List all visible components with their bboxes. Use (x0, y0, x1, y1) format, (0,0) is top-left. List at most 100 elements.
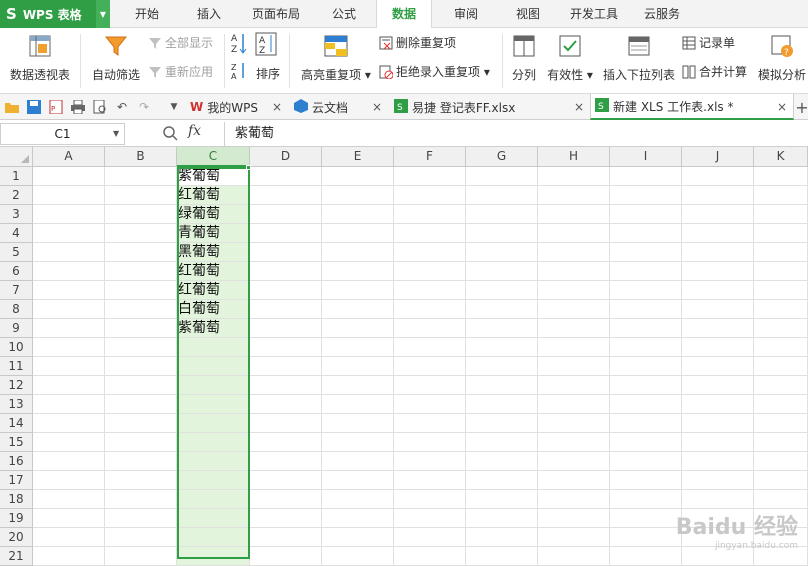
cell-h4[interactable] (538, 224, 610, 243)
cell-c14[interactable] (177, 414, 250, 433)
cell-k16[interactable] (754, 452, 808, 471)
cell-f5[interactable] (394, 243, 466, 262)
cell-i15[interactable] (610, 433, 682, 452)
new-tab-icon[interactable]: + (794, 99, 808, 115)
cell-g17[interactable] (466, 471, 538, 490)
cell-a2[interactable] (33, 186, 105, 205)
open-folder-icon[interactable] (4, 99, 20, 115)
cell-b8[interactable] (105, 300, 177, 319)
cell-k1[interactable] (754, 167, 808, 186)
cell-c7[interactable]: 红葡萄 (177, 281, 250, 300)
undo-icon[interactable]: ↶ (114, 99, 130, 115)
cell-f1[interactable] (394, 167, 466, 186)
cell-c5[interactable]: 黑葡萄 (177, 243, 250, 262)
row-header-17[interactable]: 17 (0, 471, 33, 490)
close-icon[interactable]: × (777, 100, 787, 114)
text-to-columns-button[interactable]: 分列 (508, 34, 540, 83)
cell-e6[interactable] (322, 262, 394, 281)
cell-a15[interactable] (33, 433, 105, 452)
cell-b19[interactable] (105, 509, 177, 528)
cell-d2[interactable] (250, 186, 322, 205)
cell-k5[interactable] (754, 243, 808, 262)
cell-i8[interactable] (610, 300, 682, 319)
menu-developer[interactable]: 开发工具 (562, 0, 626, 28)
cell-a3[interactable] (33, 205, 105, 224)
what-if-analysis-button[interactable]: ? 模拟分析 (756, 34, 808, 83)
cell-f16[interactable] (394, 452, 466, 471)
cell-e19[interactable] (322, 509, 394, 528)
cell-f14[interactable] (394, 414, 466, 433)
cell-c12[interactable] (177, 376, 250, 395)
cell-k10[interactable] (754, 338, 808, 357)
cell-i14[interactable] (610, 414, 682, 433)
close-icon[interactable]: × (372, 100, 382, 114)
cell-e10[interactable] (322, 338, 394, 357)
record-form-button[interactable]: 记录单 (682, 34, 735, 51)
cell-c15[interactable] (177, 433, 250, 452)
row-header-5[interactable]: 5 (0, 243, 33, 262)
cell-k9[interactable] (754, 319, 808, 338)
cell-b9[interactable] (105, 319, 177, 338)
cell-c6[interactable]: 红葡萄 (177, 262, 250, 281)
cell-a9[interactable] (33, 319, 105, 338)
cell-c10[interactable] (177, 338, 250, 357)
cell-a18[interactable] (33, 490, 105, 509)
cell-b1[interactable] (105, 167, 177, 186)
highlight-duplicates-button[interactable]: 高亮重复项 ▾ (300, 34, 372, 83)
cell-i12[interactable] (610, 376, 682, 395)
cell-c8[interactable]: 白葡萄 (177, 300, 250, 319)
cell-i2[interactable] (610, 186, 682, 205)
insert-function-button[interactable]: fx (188, 123, 201, 139)
cell-b7[interactable] (105, 281, 177, 300)
cell-a13[interactable] (33, 395, 105, 414)
consolidate-button[interactable]: 合并计算 (682, 63, 747, 80)
sort-label[interactable]: 排序 (256, 65, 280, 82)
column-header-h[interactable]: H (538, 147, 610, 167)
cell-a16[interactable] (33, 452, 105, 471)
cell-f11[interactable] (394, 357, 466, 376)
row-header-16[interactable]: 16 (0, 452, 33, 471)
cell-b14[interactable] (105, 414, 177, 433)
cell-i16[interactable] (610, 452, 682, 471)
cell-a11[interactable] (33, 357, 105, 376)
cell-j13[interactable] (682, 395, 754, 414)
cell-f9[interactable] (394, 319, 466, 338)
column-header-j[interactable]: J (682, 147, 754, 167)
cell-a19[interactable] (33, 509, 105, 528)
cell-f15[interactable] (394, 433, 466, 452)
cell-e4[interactable] (322, 224, 394, 243)
cell-k11[interactable] (754, 357, 808, 376)
cell-e5[interactable] (322, 243, 394, 262)
row-header-4[interactable]: 4 (0, 224, 33, 243)
cell-a17[interactable] (33, 471, 105, 490)
row-header-11[interactable]: 11 (0, 357, 33, 376)
cell-c17[interactable] (177, 471, 250, 490)
cell-b5[interactable] (105, 243, 177, 262)
cell-c3[interactable]: 绿葡萄 (177, 205, 250, 224)
cell-i10[interactable] (610, 338, 682, 357)
cell-e16[interactable] (322, 452, 394, 471)
formula-input[interactable]: 紫葡萄 (224, 122, 808, 146)
column-header-c[interactable]: C (177, 147, 250, 167)
cell-g10[interactable] (466, 338, 538, 357)
cell-f20[interactable] (394, 528, 466, 547)
cell-f13[interactable] (394, 395, 466, 414)
cell-j1[interactable] (682, 167, 754, 186)
print-preview-icon[interactable] (92, 99, 108, 115)
show-all-button[interactable]: 全部显示 (148, 34, 213, 51)
row-header-20[interactable]: 20 (0, 528, 33, 547)
cell-k12[interactable] (754, 376, 808, 395)
cell-g11[interactable] (466, 357, 538, 376)
column-header-k[interactable]: K (754, 147, 808, 167)
tab-my-wps[interactable]: W 我的WPS × (188, 94, 288, 120)
chevron-down-icon[interactable]: ▼ (96, 0, 110, 28)
cell-e15[interactable] (322, 433, 394, 452)
cell-h7[interactable] (538, 281, 610, 300)
tab-registration-xlsx[interactable]: S 易捷 登记表FF.xlsx × (392, 94, 590, 120)
sort-custom-button[interactable]: AZ (255, 32, 277, 59)
cell-f12[interactable] (394, 376, 466, 395)
row-header-18[interactable]: 18 (0, 490, 33, 509)
cell-b16[interactable] (105, 452, 177, 471)
cell-i19[interactable] (610, 509, 682, 528)
cell-j7[interactable] (682, 281, 754, 300)
